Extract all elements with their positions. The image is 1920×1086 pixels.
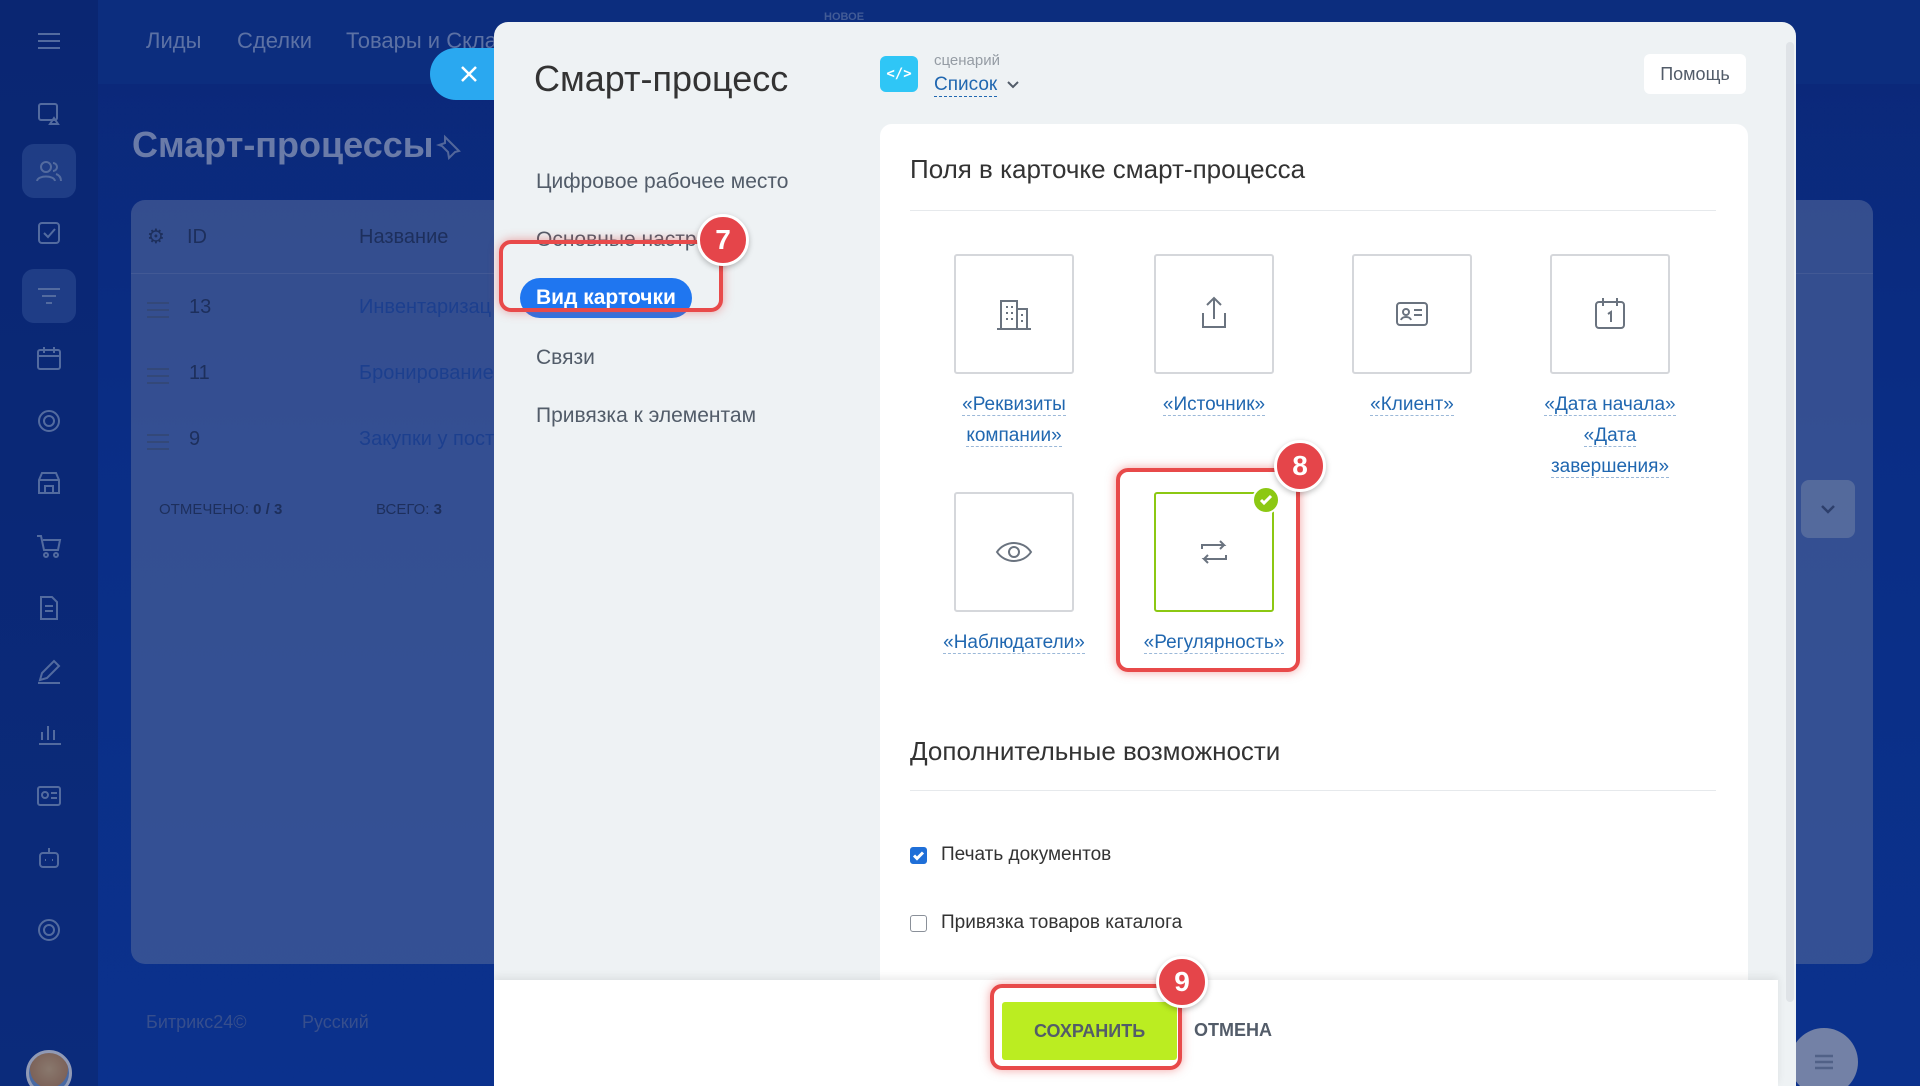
tile-label[interactable]: «Реквизиты компании»	[962, 394, 1066, 447]
tile-observers[interactable]: «Наблюдатели»	[934, 492, 1094, 659]
tile-label[interactable]: «Дата начала» «Дата завершения»	[1544, 394, 1676, 478]
tile-company-details[interactable]: «Реквизиты компании»	[934, 254, 1094, 452]
share-icon	[1202, 296, 1226, 328]
divider	[910, 790, 1716, 791]
script-selector[interactable]: Список	[934, 74, 998, 97]
slider-title: Смарт-процесс	[534, 58, 789, 99]
chevron-down-icon[interactable]	[1006, 78, 1020, 92]
tile-box[interactable]	[954, 492, 1074, 612]
tile-box[interactable]	[1154, 254, 1274, 374]
option-print-documents[interactable]: Печать документов	[910, 844, 1111, 866]
divider	[910, 210, 1716, 211]
cancel-button[interactable]: ОТМЕНА	[1194, 1020, 1272, 1041]
building-icon	[997, 300, 1031, 330]
tile-client[interactable]: «Клиент»	[1332, 254, 1492, 421]
option-label[interactable]: Печать документов	[941, 844, 1111, 866]
highlight-card-view	[499, 240, 723, 312]
contact-card-icon	[1396, 302, 1428, 326]
tile-source[interactable]: «Источник»	[1134, 254, 1294, 421]
highlight-regularity-tile	[1116, 468, 1300, 672]
help-button[interactable]: Помощь	[1644, 54, 1746, 94]
step-badge-9: 9	[1156, 956, 1208, 1008]
tile-box[interactable]	[1352, 254, 1472, 374]
menu-relations[interactable]: Связи	[536, 346, 595, 370]
option-label[interactable]: Привязка товаров каталога	[941, 912, 1182, 934]
fields-section-title: Поля в карточке смарт-процесса	[910, 154, 1306, 184]
checkbox-catalog-binding[interactable]	[910, 914, 927, 932]
check-icon	[912, 850, 925, 861]
menu-element-binding[interactable]: Привязка к элементам	[536, 404, 756, 428]
close-icon	[461, 66, 477, 82]
step-badge-7: 7	[697, 214, 749, 266]
step-badge-8: 8	[1274, 440, 1326, 492]
tile-label[interactable]: «Источник»	[1162, 394, 1266, 416]
tile-box[interactable]	[1550, 254, 1670, 374]
checkbox-print-documents[interactable]	[910, 846, 927, 864]
tile-dates[interactable]: «Дата начала» «Дата завершения»	[1530, 254, 1690, 483]
tile-label[interactable]: «Наблюдатели»	[943, 632, 1085, 654]
tile-box[interactable]	[954, 254, 1074, 374]
menu-digital-workplace[interactable]: Цифровое рабочее место	[536, 170, 788, 194]
highlight-save-button	[990, 984, 1182, 1070]
eye-icon	[995, 542, 1033, 562]
code-script-icon: </>	[880, 56, 918, 92]
tile-label[interactable]: «Клиент»	[1370, 394, 1454, 416]
card-view-content: Поля в карточке смарт-процесса «Реквизит…	[880, 124, 1748, 1024]
calendar-icon	[1595, 298, 1625, 329]
script-label: сценарий	[934, 52, 1000, 69]
slider-scrollbar[interactable]	[1786, 42, 1794, 1002]
extra-section-title: Дополнительные возможности	[910, 736, 1281, 766]
option-catalog-binding[interactable]: Привязка товаров каталога	[910, 912, 1182, 934]
